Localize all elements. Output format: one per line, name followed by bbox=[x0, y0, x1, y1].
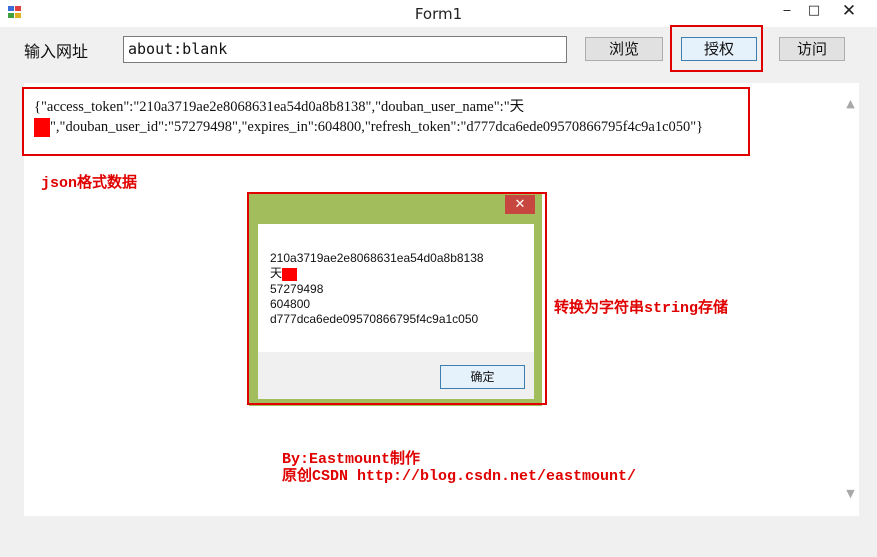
visit-button[interactable]: 访问 bbox=[779, 37, 845, 61]
maximize-button[interactable]: □ bbox=[799, 2, 829, 20]
browse-button[interactable]: 浏览 bbox=[585, 37, 663, 61]
convert-caption: 转换为字符串string存储 bbox=[554, 300, 729, 317]
window-title: Form1 bbox=[414, 5, 463, 23]
title-bar: Form1 ‒ □ ✕ bbox=[0, 0, 877, 27]
authorize-highlight-box bbox=[670, 25, 763, 72]
scroll-down-arrow-icon[interactable]: ▼ bbox=[842, 487, 859, 500]
json-highlight-box bbox=[22, 87, 750, 156]
url-input[interactable]: about:blank bbox=[123, 36, 567, 63]
json-caption: json格式数据 bbox=[41, 175, 138, 192]
dialog-highlight-box bbox=[247, 192, 547, 405]
credit-line-2: 原创CSDN http://blog.csdn.net/eastmount/ bbox=[282, 468, 637, 485]
scroll-up-arrow-icon[interactable]: ▲ bbox=[842, 97, 859, 110]
url-label: 输入网址 bbox=[24, 42, 89, 61]
close-button[interactable]: ✕ bbox=[834, 2, 864, 20]
minimize-button[interactable]: ‒ bbox=[772, 2, 802, 20]
